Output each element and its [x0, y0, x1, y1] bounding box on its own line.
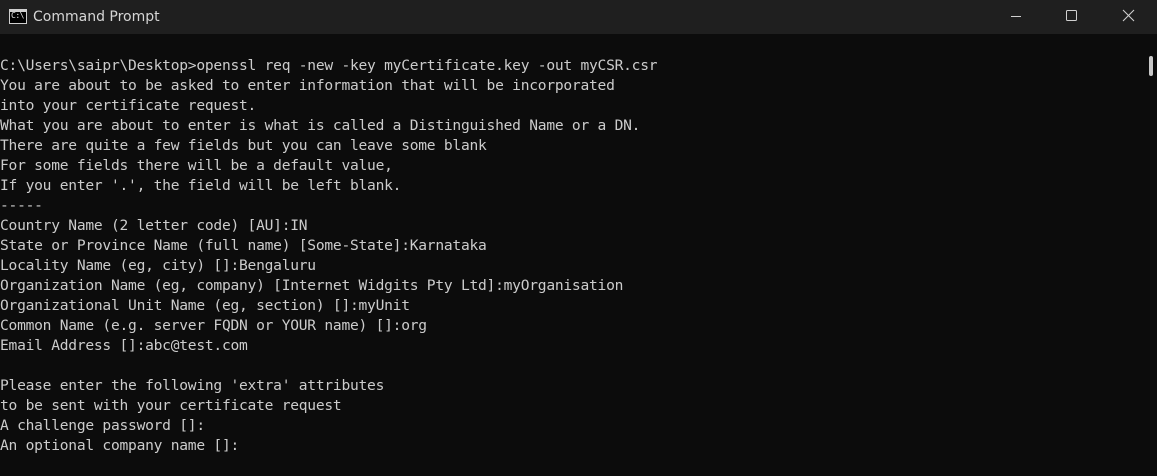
console-line: Organizational Unit Name (eg, section) […	[0, 297, 410, 314]
console-line: Common Name (e.g. server FQDN or YOUR na…	[0, 317, 427, 334]
console-line: C:\Users\saipr\Desktop>openssl req -new …	[0, 57, 658, 74]
console-line: to be sent with your certificate request	[0, 397, 342, 414]
cmd-icon-glyph: C:\	[11, 11, 24, 20]
console-line: -----	[0, 197, 43, 214]
console-line: If you enter '.', the field will be left…	[0, 177, 402, 194]
minimize-icon	[1011, 16, 1021, 17]
title-bar[interactable]: C:\ Command Prompt	[0, 0, 1157, 34]
console-line: Locality Name (eg, city) []:Bengaluru	[0, 257, 316, 274]
maximize-button[interactable]	[1048, 0, 1094, 34]
console-line: For some fields there will be a default …	[0, 157, 393, 174]
maximize-icon	[1066, 10, 1077, 21]
command-prompt-window: C:\ Command Prompt C:\Users\saipr\Deskto…	[0, 0, 1157, 476]
console-line: Country Name (2 letter code) [AU]:IN	[0, 217, 308, 234]
close-icon	[1122, 9, 1135, 22]
console-output[interactable]: C:\Users\saipr\Desktop>openssl req -new …	[0, 34, 1141, 476]
vertical-scrollbar[interactable]	[1141, 34, 1157, 476]
console-line: Organization Name (eg, company) [Interne…	[0, 277, 624, 294]
close-button[interactable]	[1104, 0, 1150, 34]
console-line: A challenge password []:	[0, 417, 205, 434]
console-line: You are about to be asked to enter infor…	[0, 77, 615, 94]
console-line: An optional company name []:	[0, 437, 240, 454]
cmd-icon[interactable]: C:\	[9, 9, 27, 24]
console-line: into your certificate request.	[0, 97, 257, 114]
console-line: Please enter the following 'extra' attri…	[0, 377, 385, 394]
console-line: State or Province Name (full name) [Some…	[0, 237, 487, 254]
minimize-button[interactable]	[993, 0, 1039, 34]
console-line: What you are about to enter is what is c…	[0, 117, 641, 134]
window-title: Command Prompt	[33, 9, 160, 25]
console-line: Email Address []:abc@test.com	[0, 337, 248, 354]
console-line: There are quite a few fields but you can…	[0, 137, 487, 154]
scrollbar-thumb[interactable]	[1149, 56, 1153, 76]
